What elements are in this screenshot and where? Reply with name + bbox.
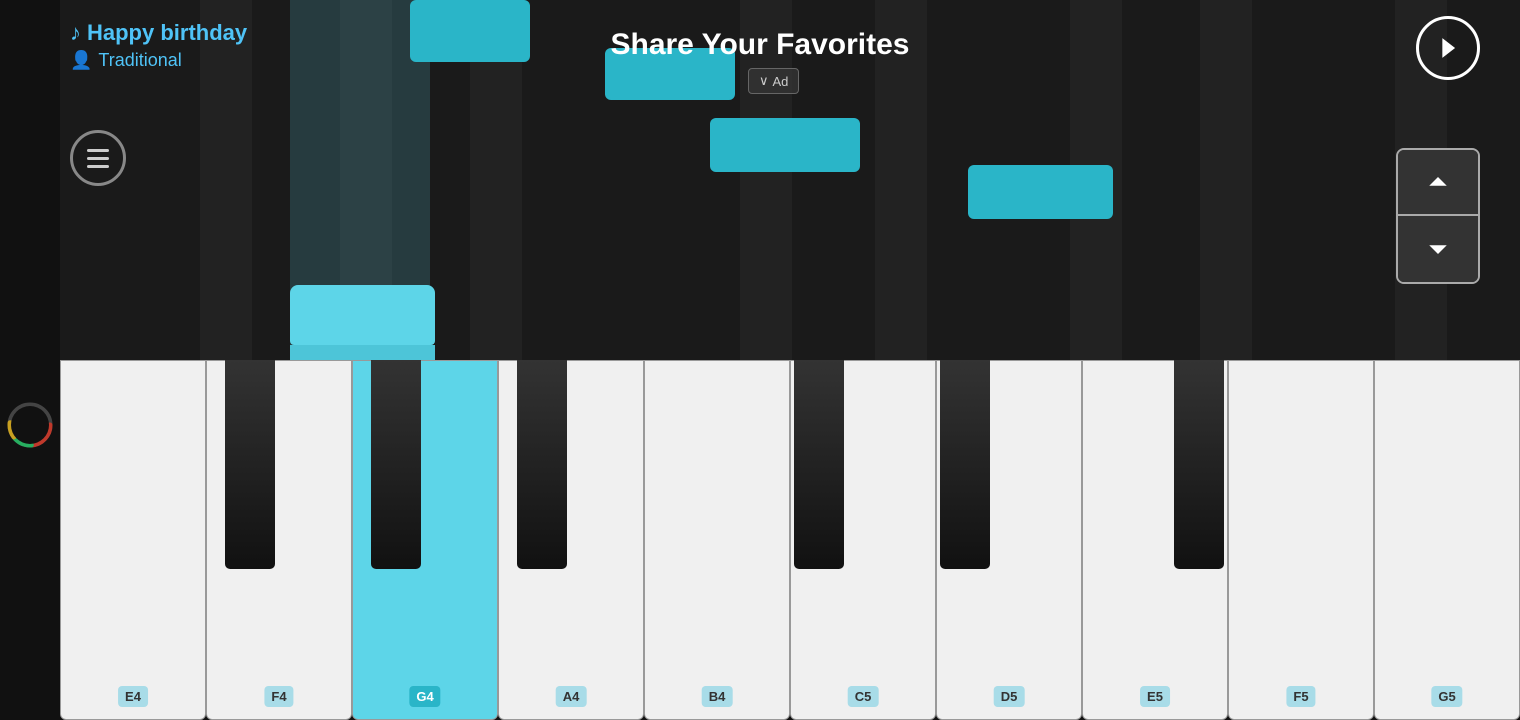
- share-banner: Share Your Favorites: [610, 28, 909, 62]
- black-key-fs4[interactable]: [225, 360, 275, 569]
- left-panel: [0, 0, 60, 720]
- white-key-e4[interactable]: E4: [60, 360, 206, 720]
- black-col-7: [1200, 0, 1252, 370]
- scroll-down-button[interactable]: [1398, 216, 1478, 282]
- white-key-f5[interactable]: F5: [1228, 360, 1374, 720]
- progress-ring: [5, 400, 55, 450]
- piano-area: E4 F4 G4 A4 B4 C5 D5 E5 F5: [60, 360, 1520, 720]
- key-label-b4: B4: [702, 686, 733, 707]
- key-label-a4: A4: [556, 686, 587, 707]
- arrow-right-icon: [1431, 31, 1465, 65]
- black-key-cs5[interactable]: [794, 360, 844, 569]
- chevron-up-icon: [1423, 167, 1453, 197]
- song-title-text: Happy birthday: [87, 20, 247, 46]
- note-block-1: [410, 0, 530, 62]
- white-keys: E4 F4 G4 A4 B4 C5 D5 E5 F5: [60, 360, 1520, 720]
- key-label-e4: E4: [118, 686, 148, 707]
- ad-label: Ad: [773, 74, 789, 89]
- next-button[interactable]: [1416, 16, 1480, 80]
- white-key-b4[interactable]: B4: [644, 360, 790, 720]
- ad-badge[interactable]: ∨ Ad: [748, 68, 799, 94]
- artist-icon: 👤: [70, 50, 92, 71]
- song-artist: 👤 Traditional: [70, 50, 247, 71]
- key-label-e5: E5: [1140, 686, 1170, 707]
- chevron-down-icon: [1423, 234, 1453, 264]
- key-label-f4: F4: [264, 686, 293, 707]
- menu-button[interactable]: [70, 130, 126, 186]
- black-key-gs4[interactable]: [371, 360, 421, 569]
- note-block-active: [290, 285, 435, 345]
- black-key-ds5[interactable]: [940, 360, 990, 569]
- key-label-g5: G5: [1431, 686, 1462, 707]
- music-icon: ♪: [70, 20, 81, 46]
- scroll-up-button[interactable]: [1398, 150, 1478, 216]
- share-text: Share Your Favorites: [610, 28, 909, 61]
- key-label-g4: G4: [409, 686, 440, 707]
- key-label-c5: C5: [848, 686, 879, 707]
- note-block-3: [710, 118, 860, 172]
- key-label-d5: D5: [994, 686, 1025, 707]
- white-key-g5[interactable]: G5: [1374, 360, 1520, 720]
- note-block-4: [968, 165, 1113, 219]
- black-key-as4[interactable]: [517, 360, 567, 569]
- ad-chevron: ∨: [759, 73, 769, 89]
- scroll-controls: [1396, 148, 1480, 284]
- key-label-f5: F5: [1286, 686, 1315, 707]
- song-info: ♪ Happy birthday 👤 Traditional: [70, 20, 247, 71]
- song-title: ♪ Happy birthday: [70, 20, 247, 46]
- song-artist-text: Traditional: [98, 50, 181, 71]
- black-key-fs5[interactable]: [1174, 360, 1224, 569]
